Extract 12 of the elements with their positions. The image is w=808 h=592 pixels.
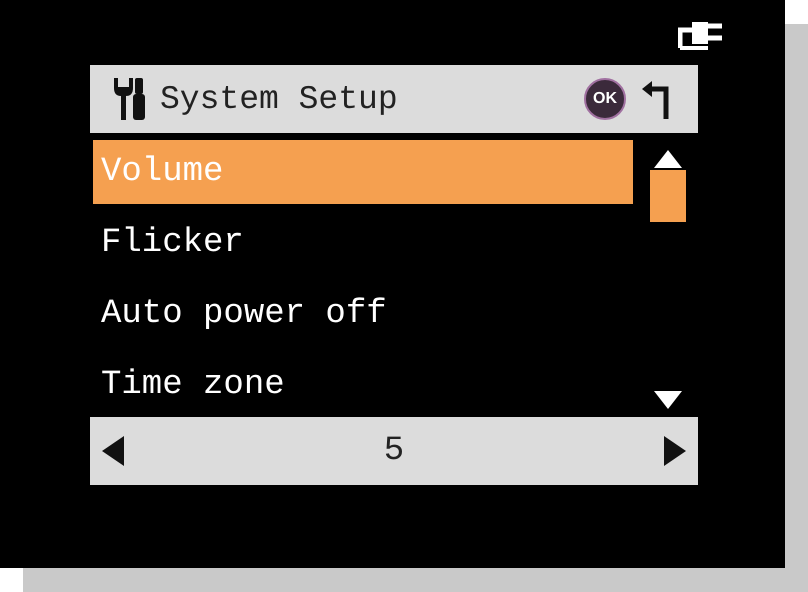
menu-item[interactable]: Flicker — [93, 211, 633, 275]
header-title: System Setup — [160, 80, 398, 118]
value-text: 5 — [384, 432, 404, 470]
left-arrow-icon[interactable] — [102, 436, 124, 466]
scroll-up-icon[interactable] — [654, 150, 682, 168]
menu-item[interactable]: Auto power off — [93, 282, 633, 346]
ok-button[interactable]: OK — [584, 78, 626, 120]
scroll-thumb[interactable] — [650, 170, 686, 222]
menu-item[interactable]: Time zone — [93, 353, 633, 417]
scroll-down-icon[interactable] — [654, 391, 682, 409]
right-arrow-icon[interactable] — [664, 436, 686, 466]
tools-icon — [112, 76, 146, 122]
